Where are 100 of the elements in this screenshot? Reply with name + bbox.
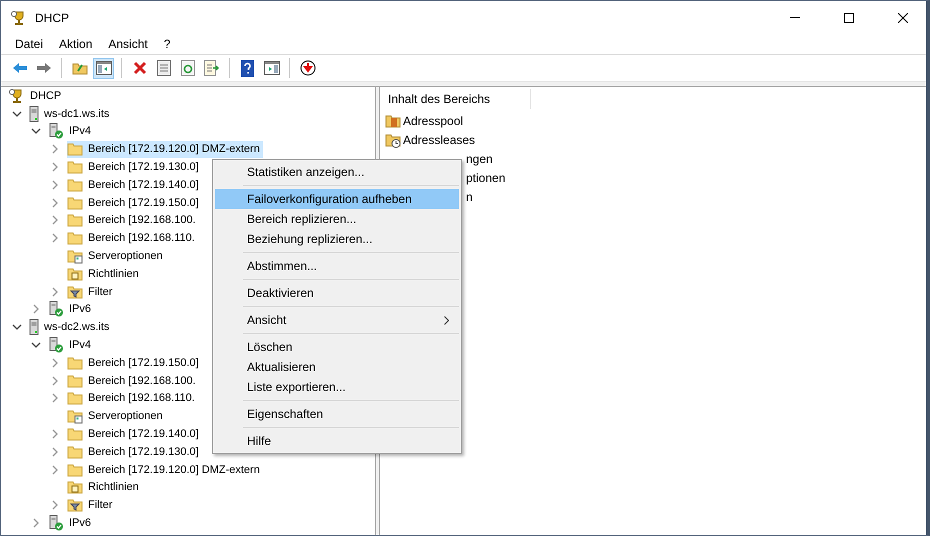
list-item[interactable]: ptionen (466, 170, 506, 184)
menu-item[interactable]: ? (156, 37, 178, 51)
menu-item[interactable]: Datei (7, 37, 52, 51)
menu-item[interactable]: Hilfe (215, 431, 459, 451)
tree-pane-icon (96, 61, 112, 75)
chevron-right-icon[interactable] (52, 215, 58, 226)
chevron-right-icon[interactable] (33, 518, 39, 528)
folder-icon (67, 427, 83, 442)
folder-document-icon (67, 479, 83, 496)
menu-item[interactable]: Beziehung replizieren... (215, 229, 459, 249)
menu-item[interactable]: Aktualisieren (215, 357, 459, 377)
folder-icon (67, 462, 83, 477)
chevron-right-icon[interactable] (52, 464, 58, 475)
chevron-down-icon[interactable] (31, 128, 41, 134)
tree-item[interactable]: Richtlinien (67, 265, 142, 282)
tree-item[interactable]: DHCP (9, 87, 64, 104)
chevron-down-icon[interactable] (12, 324, 22, 330)
delete-icon (132, 61, 146, 75)
tree-item[interactable]: Bereich [172.19.130.0] (67, 443, 202, 460)
tree-item[interactable]: Bereich [192.168.110. (67, 390, 198, 407)
tree-item[interactable]: Bereich [192.168.100. (67, 212, 199, 229)
folder-icon (67, 160, 83, 174)
list-item[interactable]: Adressleases (403, 132, 476, 146)
chevron-right-icon[interactable] (52, 286, 58, 297)
folder-icon (67, 374, 83, 388)
menu-item[interactable]: Failoverkonfiguration aufheben (215, 189, 459, 209)
menu-item[interactable]: Eigenschaften (215, 404, 459, 424)
folder-icon (67, 444, 83, 459)
minimize-icon (790, 17, 800, 18)
tree-item[interactable]: IPv4 (48, 122, 94, 140)
menu-item[interactable]: Statistiken anzeigen... (215, 162, 459, 182)
server-icon (29, 106, 39, 122)
folder-funnel-icon (67, 284, 83, 300)
folder-funnel-icon (67, 497, 83, 514)
chevron-right-icon[interactable] (52, 376, 58, 386)
server-check-icon (48, 301, 64, 318)
folder-icon (67, 231, 83, 246)
tree-item[interactable]: Serveroptionen (67, 248, 166, 265)
server-check-icon (48, 515, 64, 532)
tree-item[interactable]: Filter (67, 496, 116, 514)
tree-item[interactable]: Richtlinien (67, 478, 142, 496)
list-item[interactable]: n (466, 190, 473, 204)
menu-item[interactable]: Bereich replizieren... (215, 209, 459, 229)
chevron-right-icon[interactable] (52, 180, 58, 190)
menu-item[interactable]: Deaktivieren (215, 283, 459, 303)
tree-item[interactable]: Bereich [172.19.130.0] (67, 158, 202, 176)
list-item[interactable]: ngen (466, 152, 493, 166)
menu-item[interactable]: Abstimmen... (215, 256, 459, 276)
folder-icon (67, 356, 83, 370)
chevron-right-icon[interactable] (52, 233, 58, 244)
folder-document-icon (67, 266, 83, 282)
maximize-icon (844, 12, 854, 22)
menu-item[interactable]: Ansicht (100, 37, 156, 51)
menu-item[interactable]: Ansicht (215, 310, 459, 330)
tree-item[interactable]: Filter (67, 283, 116, 300)
tree-item[interactable]: Bereich [172.19.140.0] (67, 176, 202, 194)
menu-item[interactable]: Liste exportieren... (215, 377, 459, 397)
tree-item[interactable]: Bereich [192.168.100. (67, 372, 199, 390)
close-icon (898, 12, 908, 22)
chevron-right-icon[interactable] (52, 393, 58, 404)
server-check-icon (48, 123, 64, 140)
down-arrow-circle-icon (300, 60, 316, 76)
tree-item[interactable]: Bereich [172.19.120.0] DMZ-extern (67, 140, 263, 158)
export-list-icon (204, 60, 220, 76)
folder-book-icon (385, 112, 401, 128)
server-icon (29, 319, 39, 336)
chevron-down-icon[interactable] (31, 342, 41, 348)
menu-item[interactable]: Löschen (215, 337, 459, 357)
help-icon (241, 60, 254, 76)
chevron-right-icon[interactable] (52, 198, 58, 208)
tree-item[interactable]: IPv6 (48, 514, 94, 532)
chevron-right-icon[interactable] (52, 446, 58, 457)
chevron-right-icon[interactable] (52, 500, 58, 510)
folder-icon (67, 142, 83, 156)
chevron-right-icon[interactable] (52, 358, 58, 368)
server-check-icon (48, 337, 64, 354)
folder-icon (67, 178, 83, 192)
chevron-right-icon[interactable] (52, 162, 58, 172)
tree-item[interactable]: Bereich [172.19.140.0] (67, 426, 202, 443)
tree-item[interactable]: IPv4 (48, 336, 94, 354)
properties-icon (156, 60, 170, 76)
forward-arrow-icon (36, 62, 52, 74)
folder-arrow-icon (72, 61, 88, 75)
tree-item[interactable]: IPv6 (48, 300, 94, 318)
menu-item[interactable]: Aktion (51, 37, 100, 51)
chevron-right-icon[interactable] (52, 429, 58, 440)
tree-item[interactable]: Serveroptionen (67, 408, 166, 425)
folder-icon (67, 213, 83, 228)
tree-item[interactable]: ws-dc1.ws.its (29, 105, 112, 122)
chevron-right-icon[interactable] (33, 304, 39, 314)
list-item[interactable]: Adresspool (403, 114, 464, 128)
window-title: DHCP (35, 10, 70, 24)
chevron-right-icon[interactable] (52, 144, 58, 154)
tree-item[interactable]: ws-dc2.ws.its (29, 318, 112, 336)
tree-item[interactable]: Bereich [172.19.120.0] DMZ-extern (67, 461, 263, 478)
tree-item[interactable]: Bereich [172.19.150.0] (67, 354, 202, 372)
tree-item[interactable]: Bereich [172.19.150.0] (67, 194, 202, 212)
chevron-down-icon[interactable] (12, 110, 22, 117)
tree-item[interactable]: Bereich [192.168.110. (67, 230, 198, 247)
column-header[interactable]: Inhalt des Bereichs (380, 89, 531, 109)
